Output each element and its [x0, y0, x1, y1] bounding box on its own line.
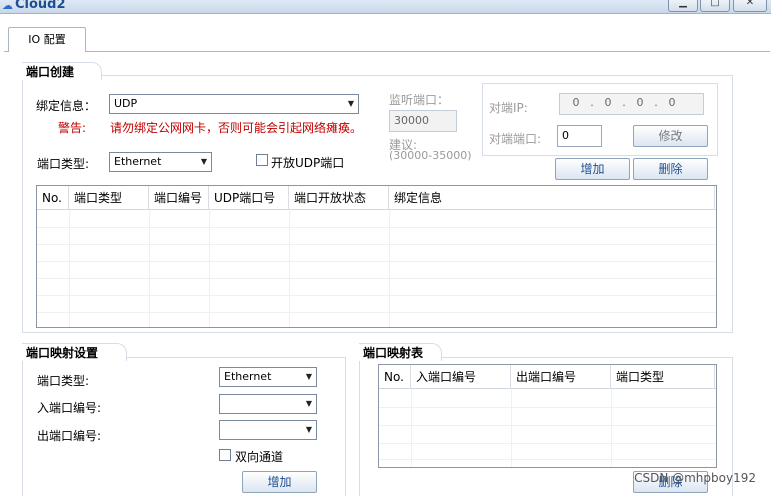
- row-divider: [37, 278, 716, 279]
- col-udp-port: UDP端口号: [209, 186, 289, 210]
- delete-port-button[interactable]: 删除: [633, 158, 708, 180]
- chevron-down-icon: ▼: [305, 399, 312, 408]
- col-port-type: 端口类型: [611, 365, 715, 389]
- window-title-bar: [0, 0, 771, 14]
- tab-io-config[interactable]: IO 配置: [8, 27, 86, 52]
- cloud-icon: ☁: [2, 0, 13, 12]
- bind-info-select[interactable]: UDP ▼: [109, 94, 359, 114]
- warning-label: 警告:: [58, 121, 87, 135]
- row-divider: [37, 227, 716, 228]
- add-port-button[interactable]: 增加: [555, 158, 630, 180]
- port-table-header: No. 端口类型 端口编号 UDP端口号 端口开放状态 绑定信息: [37, 186, 716, 210]
- port-create-title: 端口创建: [24, 63, 79, 81]
- ip-dot: .: [654, 96, 658, 109]
- map-port-type-value: Ethernet: [224, 370, 272, 383]
- tab-strip-divider: [4, 51, 770, 52]
- map-port-type-select[interactable]: Ethernet ▼: [219, 367, 317, 387]
- peer-port-label: 对端端口:: [489, 132, 542, 146]
- peer-ip-input[interactable]: 0 . 0 . 0 . 0: [559, 93, 704, 115]
- chevron-down-icon: ▼: [305, 372, 312, 381]
- col-divider: [289, 210, 290, 327]
- out-port-label: 出端口编号:: [37, 429, 102, 443]
- chevron-down-icon: ▼: [200, 157, 207, 166]
- minimize-button[interactable]: ▁: [668, 0, 698, 12]
- in-port-label: 入端口编号:: [37, 401, 102, 415]
- port-mapping-settings-title: 端口映射设置: [24, 344, 103, 362]
- port-type-label: 端口类型:: [37, 157, 90, 171]
- listen-port-input[interactable]: 30000: [389, 110, 457, 132]
- add-mapping-button[interactable]: 增加: [242, 471, 317, 493]
- col-divider: [209, 210, 210, 327]
- listen-port-label: 监听端口：: [389, 93, 450, 107]
- ip-dot: .: [590, 96, 594, 109]
- chevron-down-icon: ▼: [305, 425, 312, 434]
- bidirectional-checkbox[interactable]: [219, 449, 231, 461]
- maximize-button[interactable]: □: [700, 0, 730, 12]
- col-port-number: 端口编号: [149, 186, 209, 210]
- col-divider: [389, 210, 390, 327]
- suggest-range: (30000-35000): [389, 149, 472, 162]
- col-divider: [511, 389, 512, 467]
- ip-octet-1: 0: [572, 96, 580, 109]
- open-udp-checkbox[interactable]: [256, 154, 268, 166]
- col-divider: [611, 389, 612, 467]
- warning-text: 请勿绑定公网网卡，否则可能会引起网络瘫痪。: [110, 121, 363, 135]
- mapping-table-header: No. 入端口编号 出端口编号 端口类型: [379, 365, 716, 389]
- ip-dot: .: [622, 96, 626, 109]
- ip-octet-3: 0: [636, 96, 644, 109]
- col-bind-info: 绑定信息: [389, 186, 715, 210]
- row-divider: [37, 295, 716, 296]
- row-divider: [379, 425, 716, 426]
- map-port-type-label: 端口类型:: [37, 374, 90, 388]
- window-title: Cloud2: [15, 0, 66, 12]
- open-udp-label: 开放UDP端口: [271, 156, 345, 170]
- col-no: No.: [37, 186, 69, 210]
- modify-button[interactable]: 修改: [633, 125, 708, 147]
- col-divider: [69, 210, 70, 327]
- row-divider: [37, 244, 716, 245]
- col-no: No.: [379, 365, 411, 389]
- peer-ip-label: 对端IP:: [489, 101, 528, 115]
- bidirectional-label: 双向通道: [235, 450, 284, 464]
- col-divider: [149, 210, 150, 327]
- ip-octet-2: 0: [604, 96, 612, 109]
- out-port-select[interactable]: ▼: [219, 420, 317, 440]
- port-table[interactable]: No. 端口类型 端口编号 UDP端口号 端口开放状态 绑定信息: [36, 185, 717, 328]
- col-divider: [411, 389, 412, 467]
- port-type-select[interactable]: Ethernet ▼: [109, 152, 212, 172]
- bind-info-value: UDP: [114, 97, 138, 110]
- close-button[interactable]: ✕: [733, 0, 767, 12]
- watermark: CSDN @mhpboy192: [634, 471, 756, 485]
- col-out-port: 出端口编号: [511, 365, 611, 389]
- col-in-port: 入端口编号: [411, 365, 511, 389]
- row-divider: [379, 459, 716, 460]
- row-divider: [37, 261, 716, 262]
- peer-port-input[interactable]: 0: [557, 125, 602, 147]
- in-port-select[interactable]: ▼: [219, 394, 317, 414]
- chevron-down-icon: ▼: [347, 99, 354, 108]
- row-divider: [37, 312, 716, 313]
- col-open-status: 端口开放状态: [289, 186, 389, 210]
- row-divider: [379, 407, 716, 408]
- port-type-value: Ethernet: [114, 155, 162, 168]
- bind-info-label: 绑定信息：: [36, 99, 97, 113]
- row-divider: [379, 443, 716, 444]
- col-port-type: 端口类型: [69, 186, 149, 210]
- port-mapping-table-title: 端口映射表: [361, 344, 428, 362]
- ip-octet-4: 0: [668, 96, 676, 109]
- mapping-table[interactable]: No. 入端口编号 出端口编号 端口类型: [378, 364, 717, 468]
